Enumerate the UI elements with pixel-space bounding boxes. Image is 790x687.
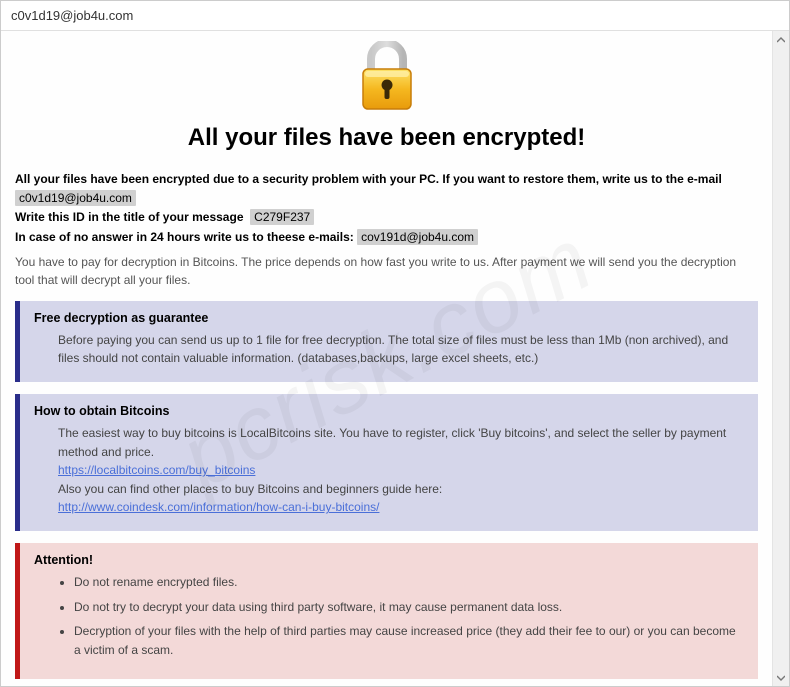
bitcoin-link-2[interactable]: http://www.coindesk.com/information/how-… — [58, 500, 379, 514]
main-heading: All your files have been encrypted! — [15, 124, 758, 152]
window-titlebar: c0v1d19@job4u.com — [1, 1, 789, 31]
attention-item: Do not try to decrypt your data using th… — [74, 598, 744, 617]
chevron-down-icon — [777, 673, 785, 683]
panel-obtain-body: The easiest way to buy bitcoins is Local… — [34, 424, 744, 517]
contact-email-1: c0v1d19@job4u.com — [15, 190, 136, 206]
intro-line1: All your files have been encrypted due t… — [15, 172, 722, 186]
panel-obtain-title: How to obtain Bitcoins — [34, 404, 744, 418]
id-code: C279F237 — [250, 209, 314, 225]
panel-obtain: How to obtain Bitcoins The easiest way t… — [15, 394, 758, 531]
lock-icon — [355, 41, 419, 118]
bitcoin-link-1[interactable]: https://localbitcoins.com/buy_bitcoins — [58, 463, 255, 477]
panel-attention-title: Attention! — [34, 553, 744, 567]
scroll-down-button[interactable] — [773, 669, 789, 686]
scroll-up-button[interactable] — [773, 31, 789, 48]
intro-line3: In case of no answer in 24 hours write u… — [15, 230, 354, 244]
vertical-scrollbar[interactable] — [772, 31, 789, 686]
panel-guarantee-body: Before paying you can send us up to 1 fi… — [34, 331, 744, 368]
scroll-track[interactable] — [773, 48, 789, 669]
intro-block: All your files have been encrypted due t… — [15, 170, 758, 247]
obtain-line1: The easiest way to buy bitcoins is Local… — [58, 426, 726, 459]
payment-text: You have to pay for decryption in Bitcoi… — [15, 253, 758, 289]
attention-item: Decryption of your files with the help o… — [74, 622, 744, 659]
content-area: pcrisk.com — [1, 31, 772, 686]
lock-icon-wrap — [15, 41, 758, 118]
window-title: c0v1d19@job4u.com — [11, 8, 133, 23]
panel-guarantee: Free decryption as guarantee Before payi… — [15, 301, 758, 382]
intro-line2: Write this ID in the title of your messa… — [15, 210, 244, 224]
content-wrapper: pcrisk.com — [1, 31, 789, 686]
panel-attention-body: Do not rename encrypted files. Do not tr… — [34, 573, 744, 659]
attention-list: Do not rename encrypted files. Do not tr… — [58, 573, 744, 659]
obtain-line2: Also you can find other places to buy Bi… — [58, 482, 442, 496]
ransom-window: c0v1d19@job4u.com pcrisk.com — [0, 0, 790, 687]
chevron-up-icon — [777, 35, 785, 45]
panel-guarantee-title: Free decryption as guarantee — [34, 311, 744, 325]
panel-attention: Attention! Do not rename encrypted files… — [15, 543, 758, 679]
attention-item: Do not rename encrypted files. — [74, 573, 744, 592]
contact-email-2: cov191d@job4u.com — [357, 229, 478, 245]
